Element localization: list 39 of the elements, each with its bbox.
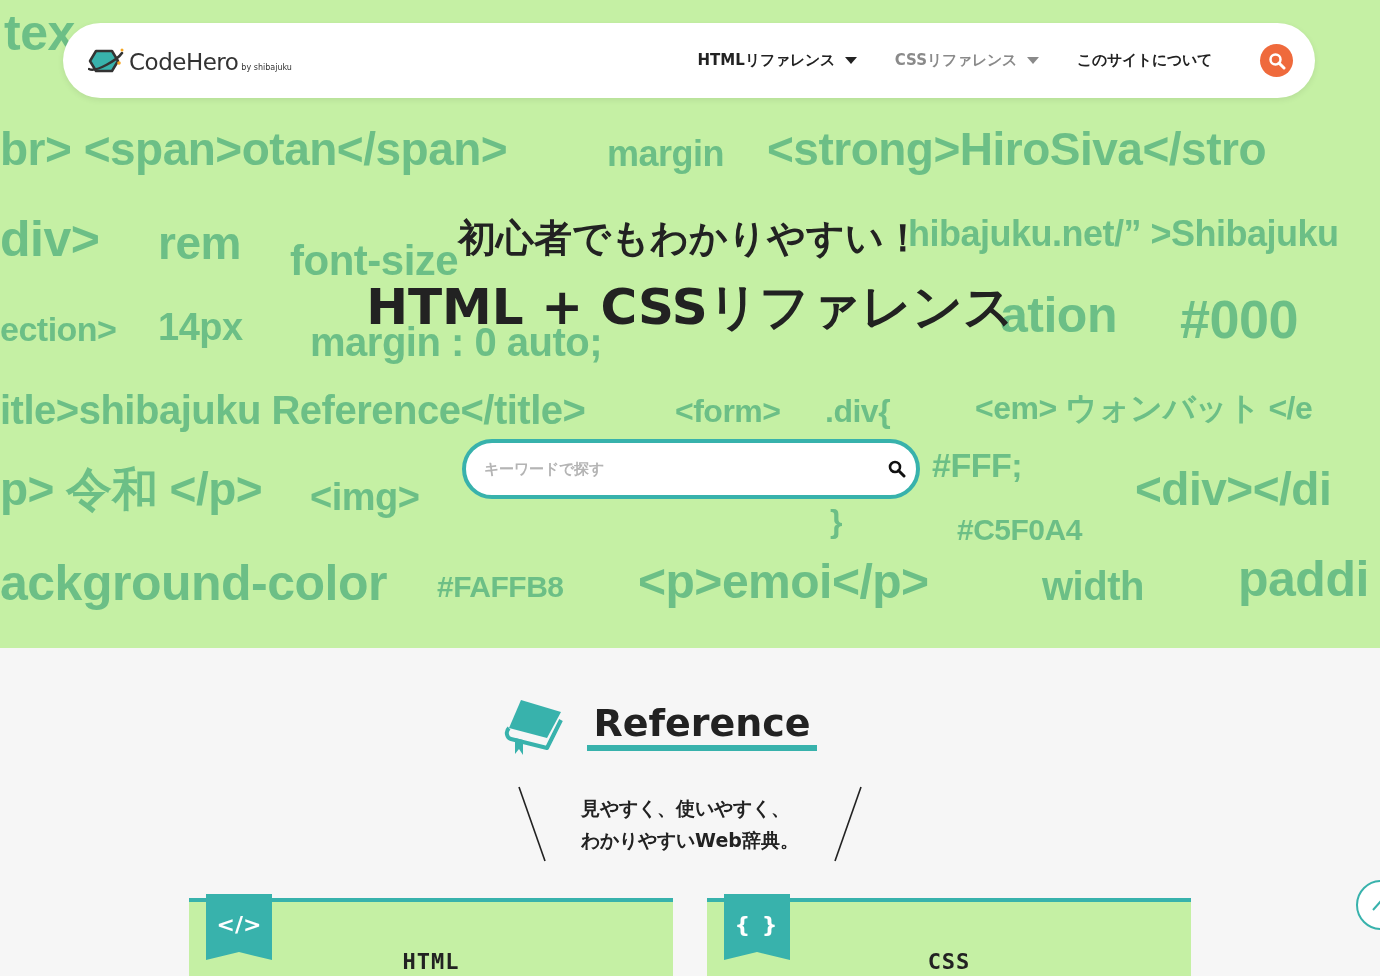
background-code-word: #C5F0A4 — [957, 515, 1082, 545]
background-code-word: paddi — [1238, 554, 1369, 604]
search-button[interactable] — [1260, 44, 1293, 77]
background-code-word: width — [1042, 566, 1144, 606]
background-code-word: #000 — [1180, 292, 1299, 346]
background-code-word: ection> — [0, 312, 117, 346]
ribbon-tag-icon: { } — [724, 894, 790, 960]
caret-icon — [1027, 57, 1039, 64]
logo-byline: by shibajuku — [241, 62, 292, 72]
card-title: HTML — [402, 950, 460, 976]
background-code-word: .div{ — [825, 395, 891, 427]
section-heading: Reference — [587, 703, 817, 751]
background-code-word: #FFF; — [932, 448, 1023, 482]
caret-icon — [844, 57, 857, 64]
background-code-word: hibajuku.net/” >Shibajuku — [908, 216, 1339, 252]
background-code-word: div> — [0, 214, 100, 264]
background-code-word: margin — [607, 136, 725, 172]
background-code-word: rem — [158, 220, 241, 266]
background-code-word: <img> — [310, 478, 420, 516]
background-code-word: } — [830, 505, 842, 537]
background-code-word: <div></di — [1135, 466, 1332, 512]
background-code-word: ackground-color — [0, 558, 387, 608]
card-title: CSS — [927, 950, 971, 976]
ribbon-tag-icon: </> — [206, 894, 272, 960]
keyword-search-field[interactable]: キーワードで探す — [462, 439, 920, 499]
logo-wordmark[interactable]: CodeHero — [129, 48, 239, 75]
background-code-word: #FAFFB8 — [437, 572, 564, 602]
search-icon[interactable] — [888, 460, 906, 478]
background-code-word: <em> ウォンバット </e — [975, 392, 1313, 424]
section-tagline: 見やすく、使いやすく、 わかりやすいWeb辞典。 — [580, 796, 800, 853]
planet-logo-icon[interactable] — [88, 46, 126, 75]
background-code-word: tex — [4, 8, 75, 58]
search-icon — [1267, 51, 1286, 70]
background-code-word: itle>shibajuku Reference</title> — [0, 390, 586, 430]
background-code-word: <p>emoi</p> — [638, 558, 929, 606]
nav-link[interactable]: HTMLリファレンス — [697, 51, 857, 70]
background-code-word: <form> — [675, 395, 781, 427]
background-code-word: 14px — [158, 308, 243, 346]
nav-link[interactable]: このサイトについて — [1077, 51, 1212, 70]
